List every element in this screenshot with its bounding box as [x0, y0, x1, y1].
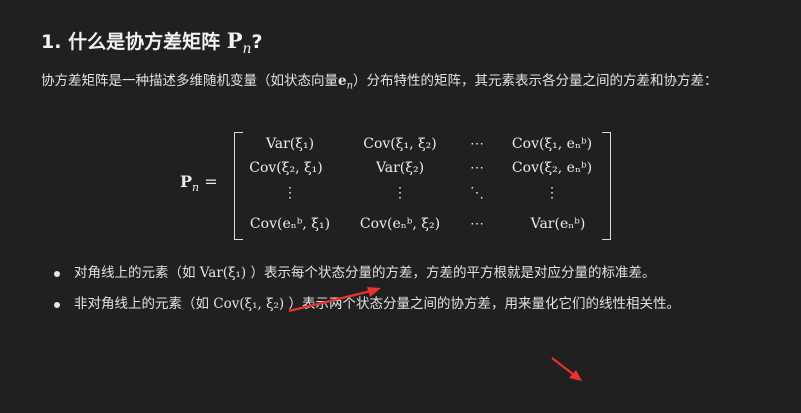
heading-symbol: P	[226, 28, 243, 53]
bullet-math: Var(ξ₁)	[199, 265, 247, 281]
heading-text: 什么是协方差矩阵	[68, 31, 221, 53]
bullet-dot-icon	[54, 302, 60, 308]
equation-lhs: Pn =	[180, 172, 218, 194]
list-item: 对角线上的元素（如 Var(ξ₁) ）表示每个状态分量的方差，方差的平方根就是对…	[54, 260, 754, 287]
matrix-cell-3-3: ⋱	[470, 185, 484, 201]
heading-question-mark: ?	[251, 31, 263, 53]
intro-text-before: 协方差矩阵是一种描述多维随机变量（如状态向量	[41, 73, 338, 89]
matrix-cell-1-1: Var(ξ₁)	[265, 136, 315, 152]
matrix-cell-2-1: Cov(ξ₂, ξ₁)	[249, 160, 323, 176]
matrix-cell-3-2: ⋮	[393, 185, 407, 201]
equals-sign: =	[204, 172, 218, 191]
bullet-text-after: ）表示每个状态分量的方差，方差的平方根就是对应分量的标准差。	[250, 265, 656, 281]
matrix-cell-3-4: ⋮	[545, 185, 559, 201]
matrix-cell-4-4: Var(eₙᵇ)	[530, 216, 586, 232]
intro-text-after: ）分布特性的矩阵，其元素表示各分量之间的方差和协方差：	[353, 73, 718, 89]
heading-number: 1.	[41, 31, 62, 53]
matrix-cell-2-2: Var(ξ₂)	[375, 160, 425, 176]
left-bracket	[234, 132, 243, 240]
bullet-text-before: 非对角线上的元素（如	[74, 296, 209, 312]
bullet-list: 对角线上的元素（如 Var(ξ₁) ）表示每个状态分量的方差，方差的平方根就是对…	[54, 260, 754, 322]
lhs-subscript: n	[192, 181, 200, 195]
bullet-dot-icon	[54, 271, 60, 277]
intro-symbol: e	[338, 73, 347, 89]
matrix-cell-2-4: Cov(ξ₂, eₙᵇ)	[511, 160, 593, 176]
annotation-arrow-head	[367, 287, 381, 297]
bullet-math: Cov(ξ₁, ξ₂)	[213, 296, 285, 312]
matrix-cell-2-3: ⋯	[470, 160, 484, 176]
right-bracket	[602, 132, 611, 240]
matrix-cell-4-2: Cov(eₙᵇ, ξ₂)	[359, 216, 441, 232]
intro-paragraph: 协方差矩阵是一种描述多维随机变量（如状态向量en）分布特性的矩阵，其元素表示各分…	[41, 66, 761, 102]
matrix-cell-1-2: Cov(ξ₁, ξ₂)	[363, 136, 437, 152]
matrix-cell-4-1: Cov(eₙᵇ, ξ₁)	[249, 216, 331, 232]
matrix-cell-1-3: ⋯	[470, 136, 484, 152]
covariance-matrix-equation: Pn = Var(ξ₁) Cov(ξ₁, ξ₂) ⋯ Cov(ξ₁, eₙᵇ) …	[180, 130, 620, 242]
lhs-symbol: P	[180, 172, 193, 191]
list-item: 非对角线上的元素（如 Cov(ξ₁, ξ₂) ）表示两个状态分量之间的协方差，用…	[54, 291, 754, 318]
annotation-arrow-shaft	[288, 288, 376, 313]
matrix-cell-1-4: Cov(ξ₁, eₙᵇ)	[511, 136, 593, 152]
heading-subscript: n	[242, 40, 252, 57]
matrix-cell-4-3: ⋯	[470, 216, 484, 232]
section-heading: 1. 什么是协方差矩阵 Pn?	[41, 27, 263, 57]
annotation-arrow-icon	[288, 287, 381, 313]
matrix-cell-3-1: ⋮	[283, 185, 297, 201]
annotation-arrow-icon	[551, 357, 582, 381]
bullet-text-before: 对角线上的元素（如	[74, 265, 196, 281]
